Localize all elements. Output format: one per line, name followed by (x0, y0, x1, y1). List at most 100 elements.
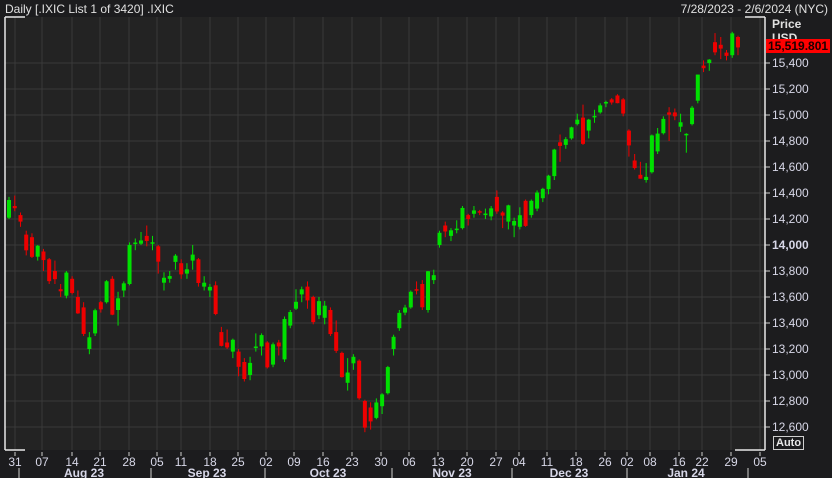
candle-body (735, 37, 740, 48)
candle-body (334, 332, 339, 351)
candle-body (713, 42, 718, 53)
candle-body (535, 192, 540, 209)
candle-body (644, 176, 649, 180)
month-label: Nov 23 (432, 466, 472, 478)
candle-body (477, 211, 482, 213)
candle-body (282, 318, 287, 360)
candle-body (397, 312, 402, 329)
candle-body (127, 245, 132, 284)
candle-body (362, 401, 367, 428)
candle-body (265, 342, 270, 368)
day-tick-label: 02 (620, 455, 634, 469)
candle-body (242, 362, 247, 380)
candle-body (156, 246, 161, 262)
candle-body (70, 278, 75, 293)
candle-body (512, 220, 517, 226)
price-tick-label: 15,000 (772, 108, 809, 122)
candle-body (110, 278, 115, 315)
auto-scale-button[interactable]: Auto (773, 436, 805, 450)
candle-body (638, 174, 643, 179)
candle-body (167, 276, 172, 279)
day-tick-label: 07 (35, 455, 49, 469)
month-label: Dec 23 (550, 466, 589, 478)
candle-body (173, 255, 178, 262)
candle-body (196, 259, 201, 283)
candle-body (271, 344, 276, 365)
candle-body (730, 33, 735, 56)
day-tick-label: 25 (231, 455, 245, 469)
candle-body (253, 346, 258, 349)
price-tick-label: 14,000 (772, 238, 809, 252)
candle-body (408, 291, 413, 308)
candle-body (7, 200, 11, 218)
candle-body (81, 307, 86, 334)
candle-body (621, 99, 626, 114)
day-tick-label: 08 (643, 455, 657, 469)
candle-body (299, 289, 304, 295)
candle-body (437, 232, 442, 245)
candle-body (598, 105, 603, 113)
price-tick-label: 13,800 (772, 264, 809, 278)
candle-body (724, 52, 729, 56)
month-label: Jan 24 (667, 466, 705, 478)
candle-body (139, 240, 144, 244)
candle-body (18, 215, 23, 222)
candle-body (454, 228, 459, 231)
day-tick-label: 28 (122, 455, 136, 469)
candle-body (305, 286, 310, 301)
candle-body (615, 95, 620, 104)
price-tick-label: 15,200 (772, 82, 809, 96)
day-tick-label: 26 (598, 455, 612, 469)
day-tick-label: 29 (724, 455, 738, 469)
candle-body (471, 210, 476, 214)
day-tick-label: 09 (287, 455, 301, 469)
candle-body (523, 200, 528, 226)
candle-body (316, 301, 321, 316)
candle-body (655, 133, 660, 152)
price-tick-label: 14,800 (772, 134, 809, 148)
candle-body (184, 269, 189, 274)
candle-body (276, 342, 281, 347)
candle-body (12, 206, 17, 209)
day-tick-label: 31 (8, 455, 22, 469)
candle-body (64, 272, 69, 296)
candle-body (87, 337, 92, 349)
candle-body (150, 242, 155, 244)
candle-body (494, 196, 499, 212)
candle-body (225, 342, 230, 348)
candle-body (58, 289, 63, 292)
candle-body (357, 360, 362, 399)
candle-body (328, 310, 333, 335)
candle-body (718, 44, 723, 49)
last-price-label: 15,519.801 (766, 39, 831, 53)
price-tick-label: 12,600 (772, 420, 809, 434)
candle-body (294, 301, 298, 309)
day-tick-label: 23 (345, 455, 359, 469)
candle-body (603, 102, 608, 104)
candle-body (546, 175, 551, 190)
candle-body (311, 297, 316, 323)
price-tick-label: 14,400 (772, 186, 809, 200)
candle-body (529, 200, 534, 216)
candle-body (213, 285, 218, 315)
candle-body (104, 281, 109, 303)
candle-body (500, 212, 505, 216)
candle-body (443, 225, 448, 232)
candlestick-chart[interactable]: 15,400 15,200 15,000 14,800 14,600 14,400 14,2… (0, 0, 832, 478)
candle-body (672, 112, 677, 117)
candle-body (230, 339, 235, 352)
candle-body (179, 263, 184, 275)
candle-body (144, 235, 149, 241)
candle-body (41, 251, 46, 261)
day-tick-label: 05 (150, 455, 164, 469)
candle-body (575, 119, 580, 125)
candle-body (426, 271, 431, 310)
candle-body (558, 142, 563, 146)
candle-body (236, 351, 241, 367)
candle-body (190, 254, 195, 261)
candle-body (345, 372, 350, 383)
price-tick-label: 13,400 (772, 316, 809, 330)
price-tick-label: 13,200 (772, 342, 809, 356)
month-label: Aug 23 (64, 466, 104, 478)
candle-body (690, 107, 695, 125)
